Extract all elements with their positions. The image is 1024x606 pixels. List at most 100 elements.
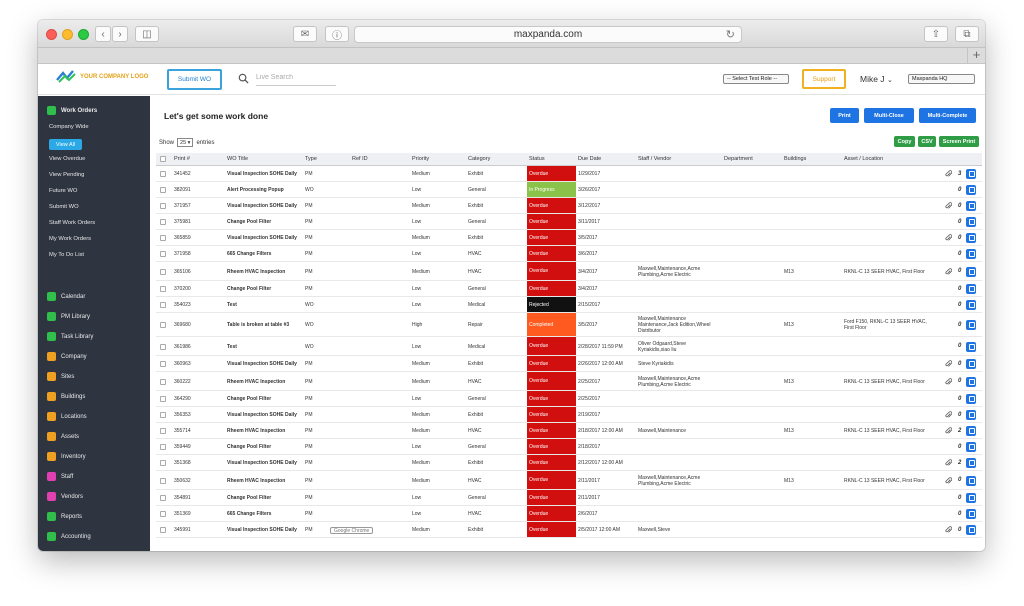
edit-icon[interactable] bbox=[966, 376, 976, 387]
attachment-icon[interactable] bbox=[945, 360, 952, 368]
table-row[interactable]: 365106 Rheem HVAC Inspection PM Medium HVAC O… bbox=[156, 262, 982, 281]
column-header-buildings[interactable]: Buildings bbox=[784, 156, 806, 162]
new-tab-button[interactable]: + bbox=[967, 48, 985, 63]
wo-title[interactable]: Rheem HVAC Inspection bbox=[227, 379, 285, 385]
sidebar-item-task-library[interactable]: Task Library bbox=[47, 332, 93, 341]
sidebar-item-company-wide[interactable]: Company Wide bbox=[49, 124, 89, 130]
print-number[interactable]: 375981 bbox=[174, 219, 191, 225]
table-row[interactable]: 360963 Visual Inspection SOHE Daily PM Medi… bbox=[156, 356, 982, 372]
attachment-icon[interactable] bbox=[945, 459, 952, 467]
sidebar-item-calendar[interactable]: Calendar bbox=[47, 292, 85, 301]
print-number[interactable]: 355714 bbox=[174, 428, 191, 434]
row-checkbox[interactable] bbox=[160, 511, 166, 517]
sidebar-item-submit-wo[interactable]: Submit WO bbox=[49, 204, 79, 210]
wo-title[interactable]: Visual Inspection SOHE Daily bbox=[227, 527, 297, 533]
wo-title[interactable]: Table is broken at table #3 bbox=[227, 322, 289, 328]
select-all-checkbox[interactable] bbox=[160, 156, 166, 162]
row-checkbox[interactable] bbox=[160, 412, 166, 418]
print-number[interactable]: 359449 bbox=[174, 444, 191, 450]
sidebar-item-company[interactable]: Company bbox=[47, 352, 87, 361]
column-header-print-[interactable]: Print # bbox=[174, 156, 190, 162]
row-checkbox[interactable] bbox=[160, 361, 166, 367]
edit-icon[interactable] bbox=[966, 201, 976, 211]
multi-complete-button[interactable]: Multi-Complete bbox=[919, 108, 976, 123]
row-checkbox[interactable] bbox=[160, 171, 166, 177]
live-search-input[interactable] bbox=[256, 70, 336, 86]
edit-icon[interactable] bbox=[966, 509, 976, 519]
edit-icon[interactable] bbox=[966, 359, 976, 369]
sidebar-item-view-pending[interactable]: View Pending bbox=[49, 172, 84, 178]
attachment-icon[interactable] bbox=[945, 526, 952, 534]
table-row[interactable]: 354891 Change Pool Filter PM Low General Over… bbox=[156, 490, 982, 506]
view-all-button[interactable]: View All bbox=[49, 139, 82, 150]
edit-icon[interactable] bbox=[966, 442, 976, 452]
row-checkbox[interactable] bbox=[160, 322, 166, 328]
sidebar-item-reports[interactable]: Reports bbox=[47, 512, 82, 521]
sidebar-item-inventory[interactable]: Inventory bbox=[47, 452, 86, 461]
row-checkbox[interactable] bbox=[160, 203, 166, 209]
edit-icon[interactable] bbox=[966, 426, 976, 436]
print-number[interactable]: 371957 bbox=[174, 203, 191, 209]
print-number[interactable]: 370200 bbox=[174, 286, 191, 292]
table-row[interactable]: 371958 665 Change Filters PM Low HVAC Overdue… bbox=[156, 246, 982, 262]
edit-icon[interactable] bbox=[966, 525, 976, 535]
print-number[interactable]: 351369 bbox=[174, 511, 191, 517]
column-header-department[interactable]: Department bbox=[724, 156, 753, 162]
row-checkbox[interactable] bbox=[160, 477, 166, 484]
row-checkbox[interactable] bbox=[160, 251, 166, 257]
wo-title[interactable]: Test bbox=[227, 344, 237, 350]
table-row[interactable]: 361986 Test WO Low Medical Overdue 2/28/2017 1… bbox=[156, 337, 982, 356]
column-header-category[interactable]: Category bbox=[468, 156, 490, 162]
print-button[interactable]: Print bbox=[830, 108, 859, 123]
sidebar-item-vendors[interactable]: Vendors bbox=[47, 492, 83, 501]
attachment-icon[interactable] bbox=[945, 377, 952, 386]
copy-button[interactable]: Copy bbox=[894, 136, 915, 147]
edit-icon[interactable] bbox=[966, 458, 976, 468]
row-checkbox[interactable] bbox=[160, 302, 166, 308]
print-number[interactable]: 356353 bbox=[174, 412, 191, 418]
tabs-icon[interactable]: ⧉ bbox=[955, 26, 979, 42]
multi-close-button[interactable]: Multi-Close bbox=[864, 108, 914, 123]
wo-title[interactable]: Test bbox=[227, 302, 237, 308]
row-checkbox[interactable] bbox=[160, 428, 166, 434]
edit-icon[interactable] bbox=[966, 185, 976, 195]
column-header-priority[interactable]: Priority bbox=[412, 156, 429, 162]
table-row[interactable]: 370200 Change Pool Filter PM Low General Over… bbox=[156, 281, 982, 297]
print-number[interactable]: 365106 bbox=[174, 269, 191, 275]
support-button[interactable]: Support bbox=[802, 69, 846, 89]
sidebar-item-view-overdue[interactable]: View Overdue bbox=[49, 156, 85, 162]
row-checkbox[interactable] bbox=[160, 219, 166, 225]
table-row[interactable]: 351369 665 Change Filters PM Low HVAC Overdue… bbox=[156, 506, 982, 522]
wo-title[interactable]: Change Pool Filter bbox=[227, 396, 271, 402]
row-checkbox[interactable] bbox=[160, 444, 166, 450]
attachment-icon[interactable] bbox=[945, 170, 952, 178]
print-number[interactable]: 350632 bbox=[174, 478, 191, 484]
sidebar-item-pm-library[interactable]: PM Library bbox=[47, 312, 90, 321]
submit-wo-button[interactable]: Submit WO bbox=[167, 69, 222, 90]
screen-print-button[interactable]: Screen Print bbox=[939, 136, 979, 147]
print-number[interactable]: 371958 bbox=[174, 251, 191, 257]
table-row[interactable]: 341452 Visual Inspection SOHE Daily PM Medi… bbox=[156, 166, 982, 182]
wo-title[interactable]: Visual Inspection SOHE Daily bbox=[227, 361, 297, 367]
edit-icon[interactable] bbox=[966, 233, 976, 243]
sidebar-toggle-icon[interactable]: ◫ bbox=[135, 26, 159, 42]
attachment-icon[interactable] bbox=[945, 427, 952, 435]
sidebar-item-staff[interactable]: Staff bbox=[47, 472, 73, 481]
table-row[interactable]: 351368 Visual Inspection SOHE Daily PM Medi… bbox=[156, 455, 982, 471]
attachment-icon[interactable] bbox=[945, 411, 952, 419]
reload-icon[interactable]: ↻ bbox=[726, 28, 735, 41]
print-number[interactable]: 361986 bbox=[174, 344, 191, 350]
edit-icon[interactable] bbox=[966, 410, 976, 420]
row-checkbox[interactable] bbox=[160, 187, 166, 193]
edit-icon[interactable] bbox=[966, 320, 976, 330]
print-number[interactable]: 345991 bbox=[174, 527, 191, 533]
table-row[interactable]: 382091 Alert Processing Popup WO Low General… bbox=[156, 182, 982, 198]
table-row[interactable]: 375981 Change Pool Filter PM Low General Over… bbox=[156, 214, 982, 230]
table-row[interactable]: 371957 Visual Inspection SOHE Daily PM Medi… bbox=[156, 198, 982, 214]
sidebar-item-locations[interactable]: Locations bbox=[47, 412, 87, 421]
attachment-icon[interactable] bbox=[945, 267, 952, 276]
sidebar-item-staff-work-orders[interactable]: Staff Work Orders bbox=[49, 220, 95, 226]
table-row[interactable]: 365859 Visual Inspection SOHE Daily PM Medi… bbox=[156, 230, 982, 246]
edit-icon[interactable] bbox=[966, 394, 976, 404]
sidebar-item-buildings[interactable]: Buildings bbox=[47, 392, 85, 401]
